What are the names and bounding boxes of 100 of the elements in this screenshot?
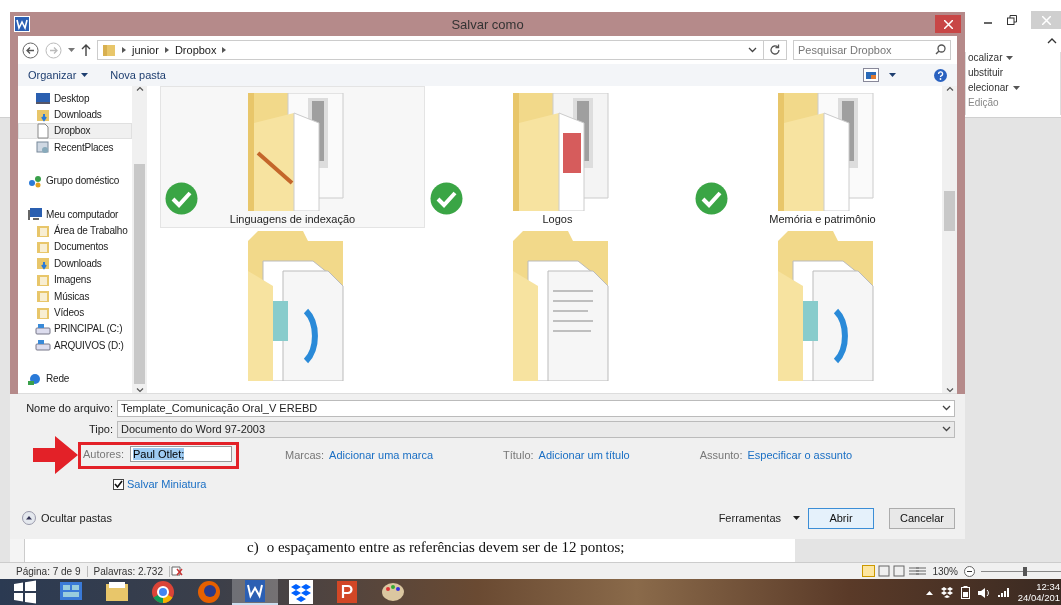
- folder-name: Logos: [542, 213, 573, 225]
- sidebar-item[interactable]: Dropbox: [18, 122, 132, 140]
- ribbon-command[interactable]: ubstituir: [968, 67, 1060, 78]
- link[interactable]: Especificar o assunto: [747, 449, 853, 461]
- folder-tile[interactable]: Logos: [425, 86, 690, 228]
- list-marker: c): [247, 539, 259, 556]
- powerpoint-icon: [334, 579, 360, 605]
- open-button[interactable]: Abrir: [808, 507, 874, 529]
- folder-tile[interactable]: Memória e patrimônio: [690, 86, 942, 228]
- field-label: Marcas:: [284, 449, 325, 461]
- word-icon: [242, 579, 268, 604]
- field-label: Assunto:: [699, 449, 743, 461]
- checkbox[interactable]: [113, 478, 124, 490]
- folder-tile[interactable]: Linguagens de indexação: [160, 86, 425, 228]
- zoom-out-icon[interactable]: [964, 565, 975, 577]
- signal-icon[interactable]: [997, 587, 1010, 597]
- proofing-icon: [170, 565, 186, 577]
- scrollbar-thumb[interactable]: [134, 164, 145, 384]
- view-buttons-icon[interactable]: [862, 565, 927, 577]
- sidebar-item[interactable]: Vídeos: [18, 304, 132, 321]
- search-field[interactable]: Pesquisar Dropbox: [793, 40, 951, 60]
- drive-icon: [35, 337, 51, 354]
- ribbon-command[interactable]: ocalizar: [968, 52, 1060, 63]
- dropbox-icon[interactable]: [940, 586, 953, 598]
- caret-icon: [1012, 85, 1020, 90]
- folder-name: Linguagens de indexação: [229, 213, 356, 225]
- organize-menu[interactable]: Organizar: [28, 69, 89, 81]
- link[interactable]: Adicionar um título: [538, 449, 630, 461]
- firefox-icon: [196, 579, 222, 605]
- breadcrumb-item[interactable]: Dropbox: [174, 44, 217, 56]
- chevron-icon: [122, 47, 126, 53]
- sidebar-item[interactable]: RecentPlaces: [18, 139, 132, 156]
- view-icon[interactable]: [863, 68, 879, 82]
- caret-icon[interactable]: [68, 48, 75, 52]
- tools-menu[interactable]: Ferramentas: [718, 512, 800, 524]
- chevron-down-icon: [135, 388, 144, 393]
- close-button[interactable]: [935, 15, 961, 33]
- chevron-icon: [222, 47, 227, 53]
- up-arrow-icon[interactable]: [81, 44, 91, 56]
- chevron-icon: [164, 47, 169, 53]
- scrollbar-thumb[interactable]: [944, 191, 955, 231]
- zoom-level: 130%: [932, 565, 958, 577]
- sidebar-item[interactable]: Área de Trabalho: [18, 222, 132, 239]
- recent-places-icon: [35, 139, 51, 156]
- refresh-icon[interactable]: [769, 44, 781, 56]
- check-icon: [165, 182, 198, 215]
- taskbar-button[interactable]: [232, 579, 278, 605]
- close-icon: [1041, 15, 1051, 25]
- cancel-button[interactable]: Cancelar: [889, 507, 955, 529]
- file-type-dropdown[interactable]: Documento do Word 97-2003: [117, 420, 955, 438]
- sidebar-item[interactable]: Imagens: [18, 271, 132, 288]
- sidebar-item[interactable]: Documentos: [18, 238, 132, 256]
- restore-icon[interactable]: [1007, 15, 1017, 25]
- computer-icon: [27, 206, 43, 223]
- field-label: Título:: [503, 449, 534, 461]
- sidebar-item[interactable]: Músicas: [18, 287, 132, 305]
- sidebar-item[interactable]: ARQUIVOS (D:): [18, 337, 132, 354]
- sidebar-item[interactable]: PRINCIPAL (C:): [18, 320, 132, 338]
- word-icon: [14, 16, 30, 32]
- monitor-icon: [35, 90, 51, 107]
- sidebar-item[interactable]: Downloads: [18, 106, 132, 123]
- link[interactable]: Adicionar uma marca: [329, 449, 434, 461]
- dialog-title: Salvar como: [451, 16, 524, 32]
- sidebar-item[interactable]: Meu computador: [18, 205, 132, 223]
- breadcrumb-item[interactable]: junior: [132, 44, 159, 56]
- checkbox-label[interactable]: Salvar Miniatura: [127, 478, 207, 490]
- sidebar-item[interactable]: Grupo doméstico: [18, 172, 132, 189]
- chevron-up-icon[interactable]: [925, 589, 933, 595]
- sidebar-item[interactable]: Downloads: [18, 255, 132, 272]
- back-icon[interactable]: [22, 41, 39, 59]
- collapse-ribbon-icon[interactable]: [1047, 38, 1057, 44]
- help-icon[interactable]: [934, 68, 947, 82]
- hide-folders-button[interactable]: Ocultar pastas: [18, 511, 112, 525]
- file-name-field[interactable]: Template_Comunicação Oral_V EREBD: [117, 399, 955, 417]
- authors-field[interactable]: Paul Otlet;: [129, 446, 232, 462]
- address-bar[interactable]: junior Dropbox: [97, 40, 787, 60]
- collapse-icon: [22, 511, 36, 525]
- caret-icon: [793, 516, 800, 520]
- battery-icon[interactable]: [960, 585, 970, 599]
- field-label: Tipo:: [87, 423, 114, 435]
- clock[interactable]: 12:34 24/04/201: [1017, 581, 1061, 603]
- windows-logo-icon: [12, 579, 38, 605]
- check-icon: [695, 182, 728, 215]
- new-folder-button[interactable]: Nova pasta: [110, 69, 166, 81]
- speaker-icon[interactable]: [977, 586, 990, 598]
- chevron-down-icon: [942, 426, 951, 432]
- folder-icon: [35, 288, 51, 305]
- search-icon: [935, 44, 946, 55]
- checkmark-icon: [114, 480, 123, 488]
- chevron-up-icon: [945, 86, 954, 91]
- folder-icon: [102, 43, 116, 57]
- chevron-down-icon[interactable]: [748, 47, 757, 53]
- chevron-up-icon: [135, 86, 144, 91]
- ribbon-command[interactable]: elecionar: [968, 82, 1060, 93]
- document-icon: [35, 123, 51, 139]
- caret-icon[interactable]: [889, 73, 896, 77]
- dropbox-icon: [288, 579, 314, 605]
- sidebar-item[interactable]: Rede: [18, 370, 132, 387]
- sidebar-item[interactable]: Desktop: [18, 90, 132, 107]
- chrome-icon: [150, 579, 176, 605]
